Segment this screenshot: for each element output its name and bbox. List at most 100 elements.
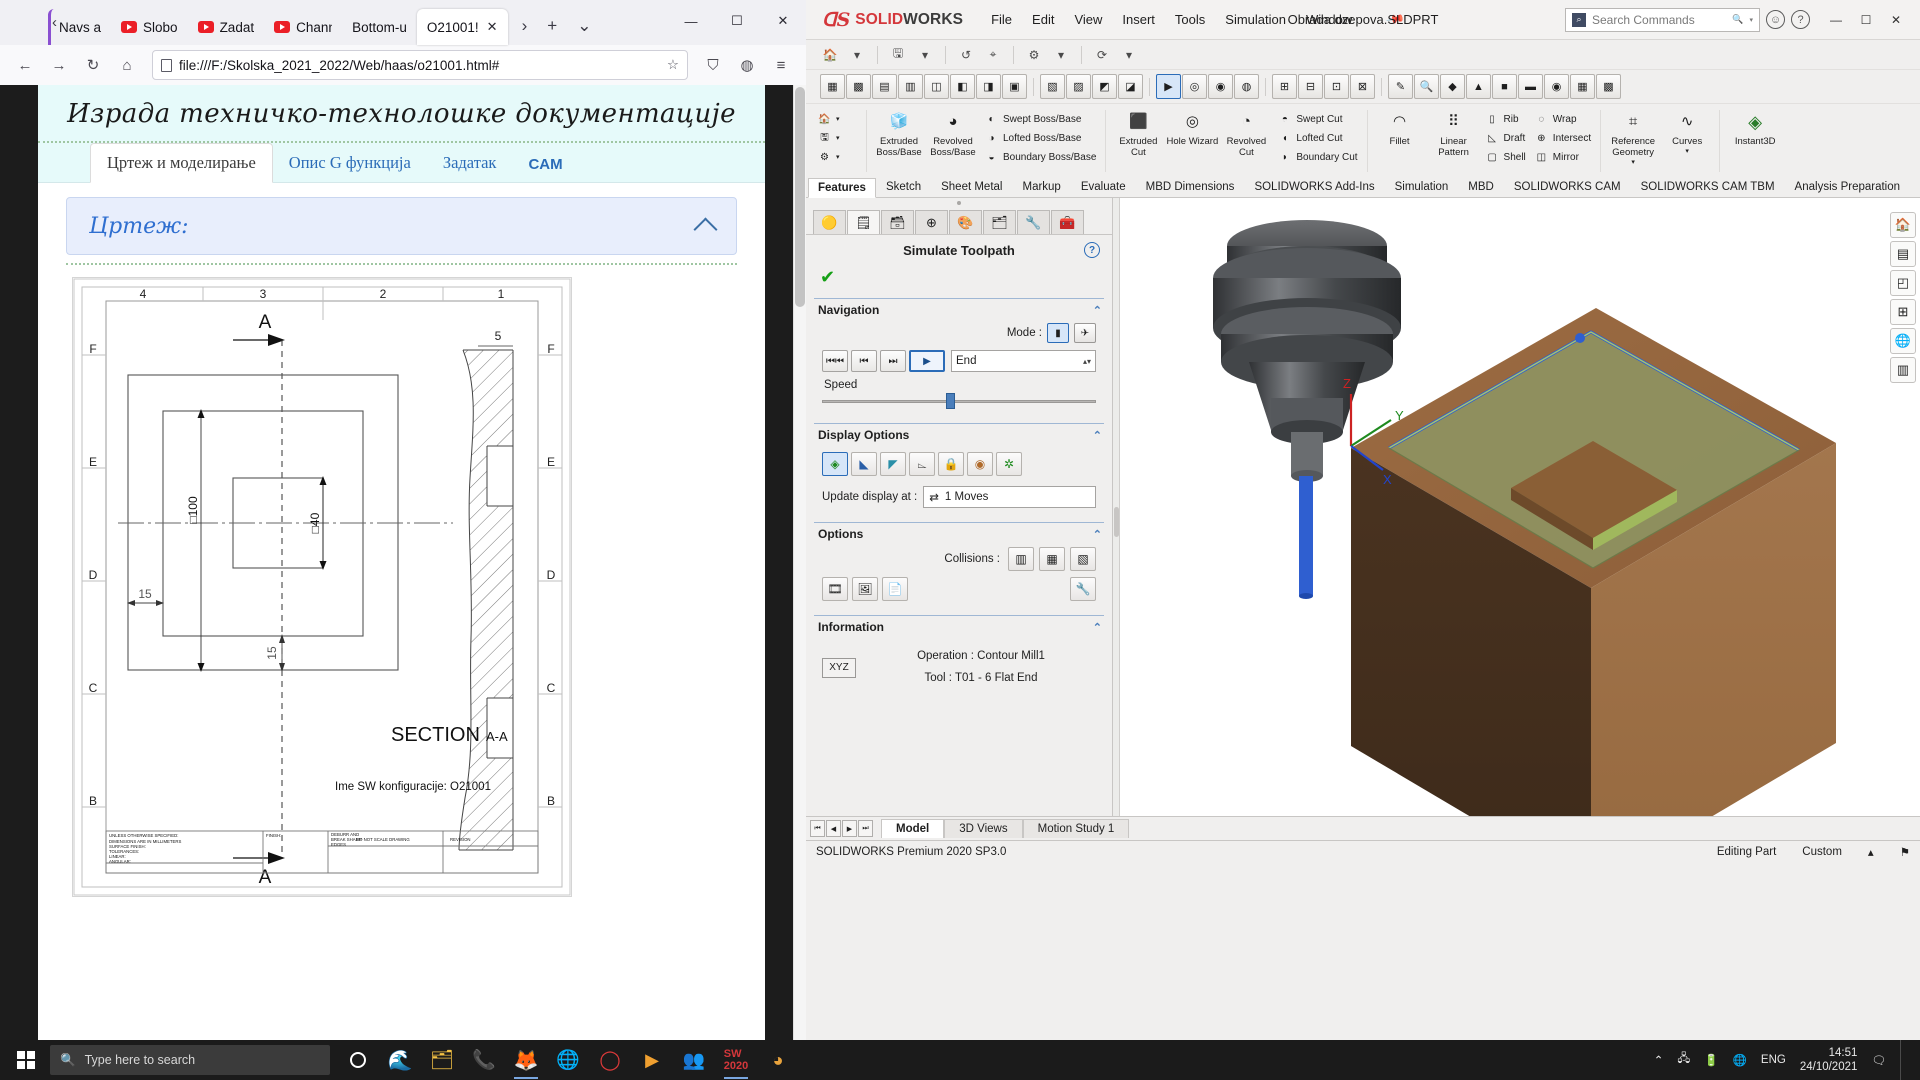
clock[interactable]: 14:51 24/10/2021 bbox=[1800, 1046, 1858, 1075]
teams-icon[interactable]: 👥 bbox=[674, 1040, 714, 1080]
reference-geometry-button[interactable]: ⌗ Reference Geometry ▾ bbox=[1607, 108, 1659, 167]
browser-tab[interactable]: Navs a bbox=[48, 9, 111, 45]
opera-icon[interactable]: ◯ bbox=[590, 1040, 630, 1080]
close-button[interactable]: ✕ bbox=[760, 0, 806, 42]
tab-first-icon[interactable]: ⏮ bbox=[810, 820, 825, 837]
cam-icon-16[interactable]: ⊞ bbox=[1272, 74, 1297, 99]
menu-window[interactable]: Window bbox=[1306, 12, 1352, 27]
rewind-icon[interactable]: ⏮⏮ bbox=[822, 350, 848, 372]
save-jpg-icon[interactable]: 📄 bbox=[882, 577, 908, 601]
cam-feature-tree-tab[interactable]: 🗂 bbox=[983, 210, 1016, 234]
menu-simulation[interactable]: Simulation bbox=[1225, 12, 1286, 27]
firefox-icon[interactable]: 🦊 bbox=[506, 1040, 546, 1080]
minimize-button[interactable]: — bbox=[668, 0, 714, 42]
account-icon[interactable]: ◍ bbox=[732, 50, 762, 80]
ribbon-mini-1[interactable]: 🏠 ▾ bbox=[814, 110, 860, 128]
wrap-button[interactable]: ◌ Wrap bbox=[1531, 110, 1594, 128]
extruded-cut-button[interactable]: ⬛ Extruded Cut bbox=[1112, 108, 1164, 159]
3d-viewport[interactable]: Z Y X 🏠 ▤ ◰ ⊞ 🌐 ▥ bbox=[1113, 198, 1920, 816]
bookmark-star-icon[interactable]: ☆ bbox=[667, 57, 679, 73]
language-indicator[interactable]: ENG bbox=[1761, 1054, 1786, 1066]
options-header-row[interactable]: Options ⌃ bbox=[814, 523, 1104, 545]
chevron-down-icon[interactable]: ▾ bbox=[1685, 148, 1689, 156]
tab-features[interactable]: Features bbox=[808, 178, 876, 198]
shaded-display-icon[interactable]: ◈ bbox=[822, 452, 848, 476]
viewport-splitter[interactable] bbox=[1113, 198, 1120, 816]
cam-icon-22[interactable]: ◆ bbox=[1440, 74, 1465, 99]
tab-last-icon[interactable]: ⏭ bbox=[858, 820, 873, 837]
cam-icon-23[interactable]: ▲ bbox=[1466, 74, 1491, 99]
browser-tab[interactable]: Chann bbox=[264, 9, 342, 45]
curves-button[interactable]: ∿ Curves ▾ bbox=[1661, 108, 1713, 156]
update-display-field[interactable]: ⇄ 1 Moves bbox=[923, 486, 1096, 508]
intersect-button[interactable]: ⊕ Intersect bbox=[1531, 129, 1594, 147]
ribbon-mini-2[interactable]: 🖫 ▾ bbox=[814, 129, 860, 147]
cam-icon-13[interactable]: ◎ bbox=[1182, 74, 1207, 99]
cam-icon-5[interactable]: ◫ bbox=[924, 74, 949, 99]
cam-icon-9[interactable]: ▧ bbox=[1040, 74, 1065, 99]
chevron-up-icon[interactable]: ⌃ bbox=[1093, 621, 1102, 634]
new-tab-button[interactable]: + bbox=[547, 16, 557, 36]
tray-expand-icon[interactable]: ⌃ bbox=[1654, 1053, 1664, 1067]
search-commands-input[interactable]: ⌕ Search Commands 🔍 ▾ bbox=[1565, 7, 1760, 32]
address-bar[interactable]: file:///F:/Skolska_2021_2022/Web/haas/o2… bbox=[152, 50, 688, 80]
options-dropdown-icon[interactable]: ▾ bbox=[1049, 44, 1073, 66]
network-icon[interactable]: 🖧 bbox=[1677, 1051, 1690, 1070]
collision-2-icon[interactable]: ▦ bbox=[1039, 547, 1065, 571]
rebuild-icon[interactable]: ⟳ bbox=[1090, 44, 1114, 66]
bottom-tab-motion-study[interactable]: Motion Study 1 bbox=[1022, 819, 1130, 838]
instant3d-button[interactable]: ◈ Instant3D bbox=[1726, 108, 1784, 148]
rib-button[interactable]: ▯ Rib bbox=[1482, 110, 1529, 128]
measure-icon[interactable]: ⌖ bbox=[981, 44, 1005, 66]
windows-start-icon[interactable] bbox=[4, 1040, 48, 1080]
save-avi-icon[interactable]: 🎞 bbox=[822, 577, 848, 601]
simulate-toolpath-icon[interactable]: ▶ bbox=[1156, 74, 1181, 99]
menu-view[interactable]: View bbox=[1074, 12, 1102, 27]
step-forward-icon[interactable]: ⏭ bbox=[880, 350, 906, 372]
new-document-icon[interactable]: 🏠 bbox=[818, 44, 842, 66]
shield-icon[interactable]: ⛉ bbox=[698, 50, 728, 80]
cam-icon-10[interactable]: ▨ bbox=[1066, 74, 1091, 99]
tab-opis-g-funkcija[interactable]: Опис G функција bbox=[273, 144, 427, 182]
forward-button[interactable]: → bbox=[44, 50, 74, 80]
pin-icon[interactable]: 📌 bbox=[1385, 9, 1406, 30]
solidworks-icon[interactable]: SW 2020 bbox=[716, 1040, 756, 1080]
splitter-handle[interactable] bbox=[1114, 507, 1119, 537]
menu-tools[interactable]: Tools bbox=[1175, 12, 1205, 27]
cam-icon-1[interactable]: ▦ bbox=[820, 74, 845, 99]
cam-icon-3[interactable]: ▤ bbox=[872, 74, 897, 99]
chevron-down-icon[interactable]: ▾ bbox=[1631, 159, 1635, 167]
tab-mbd[interactable]: MBD bbox=[1458, 177, 1504, 197]
app-icon[interactable]: ◕ bbox=[758, 1040, 798, 1080]
cam-icon-25[interactable]: ▬ bbox=[1518, 74, 1543, 99]
app-menu-icon[interactable]: ≡ bbox=[766, 50, 796, 80]
cam-icon-15[interactable]: ◍ bbox=[1234, 74, 1259, 99]
save-image-icon[interactable]: 🖼 bbox=[852, 577, 878, 601]
menu-insert[interactable]: Insert bbox=[1122, 12, 1155, 27]
tab-prev-icon[interactable]: ◀ bbox=[826, 820, 841, 837]
cam-icon-17[interactable]: ⊟ bbox=[1298, 74, 1323, 99]
menu-file[interactable]: File bbox=[991, 12, 1012, 27]
browser-tab[interactable]: Zadat bbox=[188, 9, 265, 45]
help-icon[interactable]: ? bbox=[1791, 10, 1810, 29]
show-desktop-button[interactable] bbox=[1900, 1040, 1906, 1080]
tab-sketch[interactable]: Sketch bbox=[876, 177, 931, 197]
information-header-row[interactable]: Information ⌃ bbox=[814, 616, 1104, 638]
holder-display-icon[interactable]: ◤ bbox=[880, 452, 906, 476]
print-icon[interactable]: 🖫 bbox=[886, 44, 910, 66]
draft-button[interactable]: ◺ Draft bbox=[1482, 129, 1529, 147]
tab-solidworks-cam[interactable]: SOLIDWORKS CAM bbox=[1504, 177, 1631, 197]
viber-icon[interactable]: 📞 bbox=[464, 1040, 504, 1080]
view-home-icon[interactable]: 🏠 bbox=[1890, 212, 1916, 238]
rebuild-dropdown-icon[interactable]: ▾ bbox=[1117, 44, 1141, 66]
linear-pattern-button[interactable]: ⠿ Linear Pattern bbox=[1428, 108, 1480, 159]
cam-icon-26[interactable]: ◉ bbox=[1544, 74, 1569, 99]
revolved-cut-button[interactable]: ◔ Revolved Cut bbox=[1220, 108, 1272, 159]
speed-slider[interactable] bbox=[822, 393, 1096, 409]
account-icon[interactable]: ☺ bbox=[1766, 10, 1785, 29]
cam-icon-12[interactable]: ◪ bbox=[1118, 74, 1143, 99]
cam-icon-28[interactable]: ▩ bbox=[1596, 74, 1621, 99]
stock-display-icon[interactable]: 🔒 bbox=[938, 452, 964, 476]
cam-icon-7[interactable]: ◨ bbox=[976, 74, 1001, 99]
chrome-icon[interactable]: 🌐 bbox=[548, 1040, 588, 1080]
